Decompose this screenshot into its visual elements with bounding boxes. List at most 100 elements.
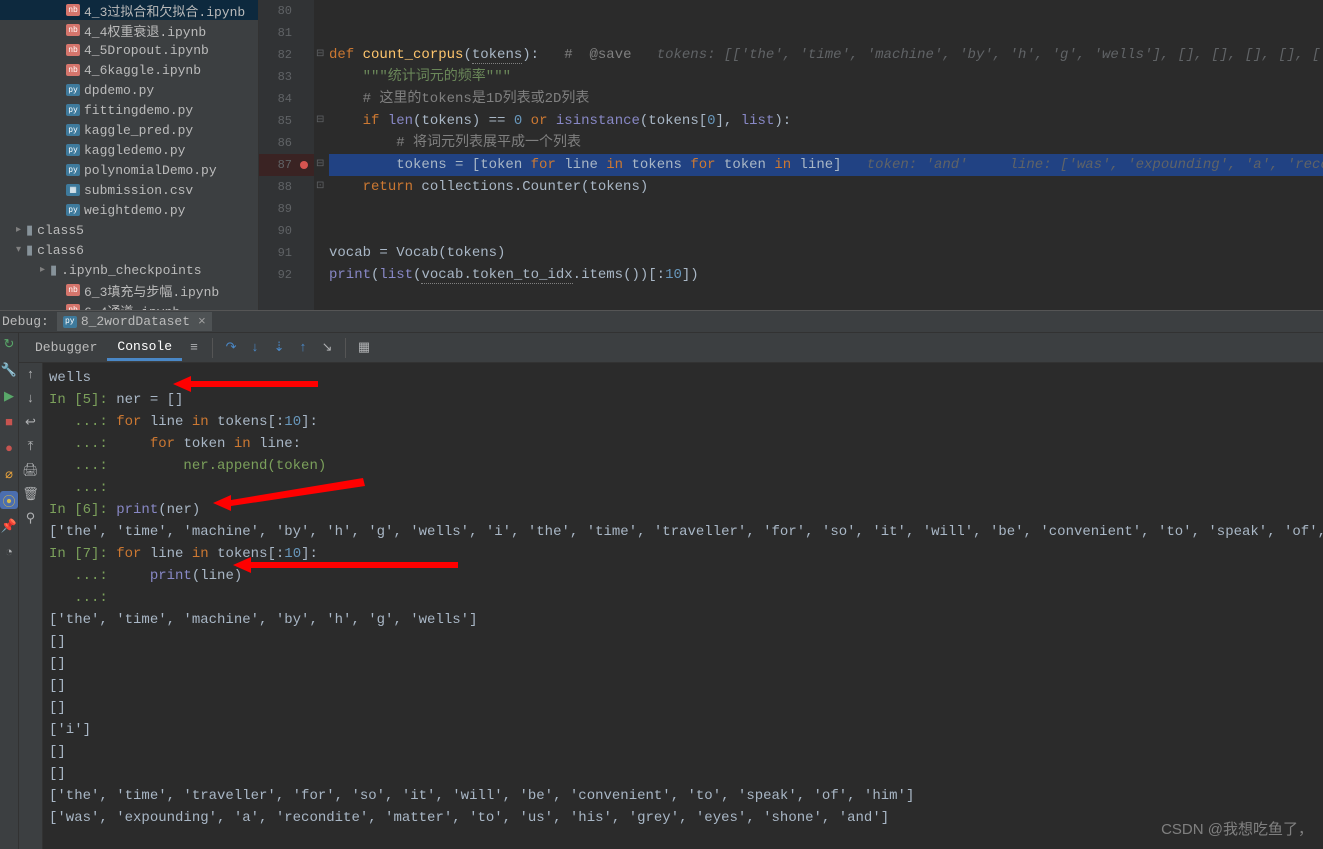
gutter-line[interactable]: 86 [259,132,314,154]
console-output: [] [49,697,1323,719]
resume-button[interactable]: ▶ [0,387,18,405]
gutter-line[interactable]: 89 [259,198,314,220]
code-editor[interactable]: 80818283848586878889909192 ⊟ ⊟ ⊟ ⊡ def coun… [259,0,1323,310]
tab-debugger[interactable]: Debugger [25,336,107,359]
stop-button[interactable]: ■ [0,413,18,431]
console-output: wells [49,367,1323,389]
wrap-icon[interactable]: ↩ [22,413,40,431]
python-console-button[interactable]: ⦿ [0,491,18,509]
tree-item-label: 4_5Dropout.ipynb [84,43,209,58]
debug-config-tab[interactable]: py 8_2wordDataset × [57,312,212,331]
wrench-icon[interactable]: 🔧 [0,361,18,379]
tree-item[interactable]: nb4_4权重衰退.ipynb [0,20,258,40]
code-line [329,198,1323,220]
console-input: ...: [49,477,1323,499]
code-line [329,0,1323,22]
console-input: ...: ner.append(token) [49,455,1323,477]
notebook-icon: nb [66,284,80,296]
expand-icon[interactable]: ▸ [16,224,26,236]
tree-item-label: dpdemo.py [84,83,154,98]
fold-icon[interactable]: ⊟ [316,114,324,126]
code-line [329,220,1323,242]
gutter-line[interactable]: 84 [259,88,314,110]
tree-item[interactable]: nb4_3过拟合和欠拟合.ipynb [0,0,258,20]
fold-icon[interactable]: ⊡ [316,180,324,192]
gutter-line[interactable]: 81 [259,22,314,44]
gutter-line[interactable]: 92 [259,264,314,286]
python-icon: py [63,316,77,328]
pin-icon[interactable]: 📌 [0,517,18,535]
code-line: print(list(vocab.token_to_idx.items())[:… [329,264,1323,286]
console-output: ['the', 'time', 'machine', 'by', 'h', 'g… [49,521,1323,543]
breakpoint-icon[interactable] [300,161,308,169]
gutter-line[interactable]: 91 [259,242,314,264]
up-icon[interactable]: ↑ [22,365,40,383]
run-to-cursor-icon[interactable]: ↘ [317,338,337,358]
tree-item[interactable]: pydpdemo.py [0,80,258,100]
tree-item[interactable]: nb4_6kaggle.ipynb [0,60,258,80]
scroll-icon[interactable]: ⤒ [22,437,40,455]
step-into-my-icon[interactable]: ⇣ [269,338,289,358]
tree-item[interactable]: ▸▮.ipynb_checkpoints [0,260,258,280]
expand-icon[interactable]: ▸ [40,264,50,276]
tree-item[interactable]: ▦submission.csv [0,180,258,200]
tree-item-label: submission.csv [84,183,193,198]
gutter-line[interactable]: 83 [259,66,314,88]
rerun-button[interactable]: ↻ [0,335,18,353]
step-out-icon[interactable]: ↑ [293,338,313,358]
tree-item[interactable]: ▸▮class5 [0,220,258,240]
project-tree[interactable]: nb4_3过拟合和欠拟合.ipynbnb4_4权重衰退.ipynbnb 4_5Dr… [0,0,259,310]
code-line: if len(tokens) == 0 or isinstance(tokens… [329,110,1323,132]
tree-item[interactable]: nb 6_4通道.ipynb [0,300,258,310]
tree-item[interactable]: pykaggle_pred.py [0,120,258,140]
gutter-line[interactable]: 90 [259,220,314,242]
tree-item[interactable]: pypolynomialDemo.py [0,160,258,180]
console-input: In [7]: for line in tokens[:10]: [49,543,1323,565]
gutter-line[interactable]: 85 [259,110,314,132]
tree-item[interactable]: pykaggledemo.py [0,140,258,160]
expand-icon[interactable]: ▾ [16,244,26,256]
fold-icon[interactable]: ⊟ [316,158,324,170]
tree-item[interactable]: py fittingdemo.py [0,100,258,120]
step-into-icon[interactable]: ↓ [245,338,265,358]
tree-item[interactable]: nb 4_5Dropout.ipynb [0,40,258,60]
console-output: ['the', 'time', 'machine', 'by', 'h', 'g… [49,609,1323,631]
console-side-toolbar: ↑ ↓ ↩ ⤒ 🖨 🗑 ⚲ [19,363,43,849]
gutter-line[interactable]: 80 [259,0,314,22]
close-icon[interactable]: × [198,314,206,329]
code-line: # 将词元列表展平成一个列表 [329,132,1323,154]
mute-breakpoints-button[interactable]: ⌀ [0,465,18,483]
console-input: In [5]: ner = [] [49,389,1323,411]
down-icon[interactable]: ↓ [22,389,40,407]
evaluate-icon[interactable]: ▦ [354,338,374,358]
code-line: def count_corpus(tokens): # @save tokens… [329,44,1323,66]
clock-icon[interactable]: ◔ [0,543,18,561]
tree-item[interactable]: pyweightdemo.py [0,200,258,220]
tab-console[interactable]: Console [107,335,182,361]
gutter-line[interactable]: 88 [259,176,314,198]
console-output: [] [49,631,1323,653]
filter-icon[interactable]: ⚲ [22,509,40,527]
python-icon: py [66,104,80,116]
notebook-icon: nb [66,44,80,56]
gutter-line[interactable]: 87 [259,154,314,176]
code-line [329,22,1323,44]
folder-icon: ▮ [26,223,33,238]
fold-icon[interactable]: ⊟ [316,48,324,60]
console-input: ...: print(line) [49,565,1323,587]
step-over-icon[interactable]: ↷ [221,338,241,358]
trash-icon[interactable]: 🗑 [22,485,40,503]
folder-icon: ▮ [50,263,57,278]
tree-item[interactable]: nb 6_3填充与步幅.ipynb [0,280,258,300]
debug-console[interactable]: wells In [5]: ner = [] ...: for line in … [43,363,1323,849]
threads-icon[interactable]: ≡ [184,338,204,358]
tree-item-label: fittingdemo.py [84,103,193,118]
notebook-icon: nb [66,304,80,310]
tree-item-label: 6_3填充与步幅.ipynb [84,281,219,300]
tree-item[interactable]: ▾▮class6 [0,240,258,260]
gutter-line[interactable]: 82 [259,44,314,66]
python-icon: py [66,124,80,136]
tree-item-label: 6_4通道.ipynb [84,301,180,311]
breakpoint-view-button[interactable]: ● [0,439,18,457]
print-icon[interactable]: 🖨 [22,461,40,479]
